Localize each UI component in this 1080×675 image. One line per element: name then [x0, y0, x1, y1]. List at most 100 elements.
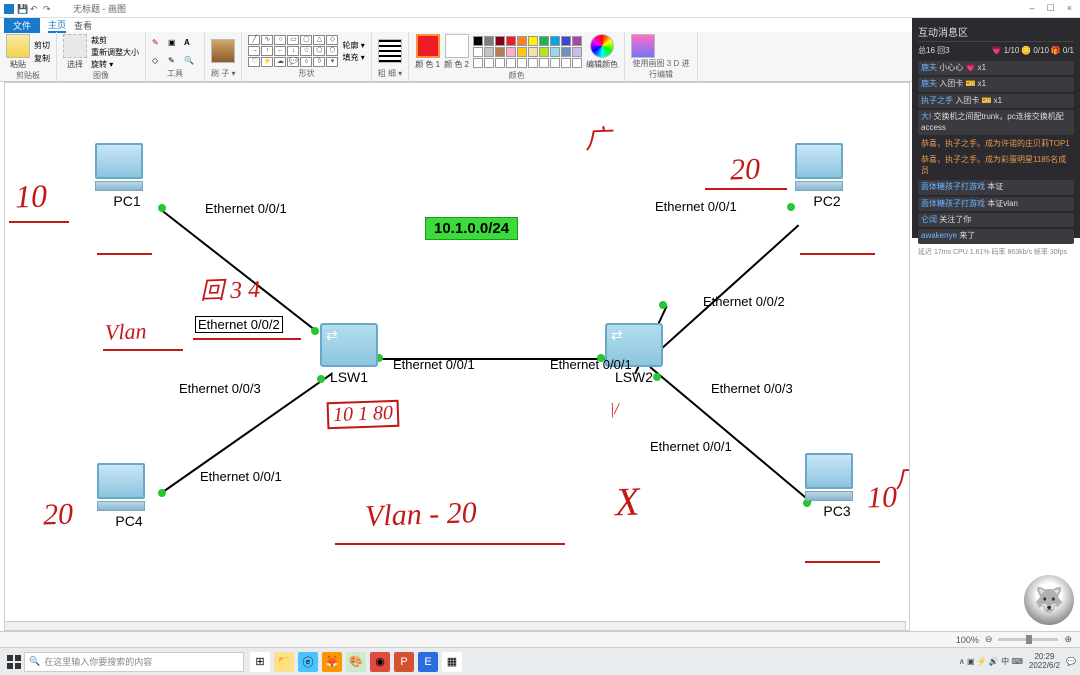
- cut-button[interactable]: 剪切: [34, 40, 50, 51]
- color-swatch[interactable]: [550, 47, 560, 57]
- color-swatch[interactable]: [572, 47, 582, 57]
- taskbar-app-red[interactable]: ◉: [370, 652, 390, 672]
- taskbar-app[interactable]: ⊞: [250, 652, 270, 672]
- tray-icons[interactable]: ∧ ▣ ⚡ 🔊 中 ⌨: [959, 656, 1023, 667]
- color-swatch[interactable]: [506, 58, 516, 68]
- brush-button[interactable]: [211, 39, 235, 63]
- notification-button[interactable]: 💬: [1066, 657, 1076, 666]
- color2-button[interactable]: 颜 色 2: [444, 34, 469, 70]
- size-button[interactable]: [378, 39, 402, 63]
- crop-button[interactable]: 裁剪: [91, 35, 139, 46]
- ribbon-image-group: 选择 裁剪 重新调整大小 旋转 ▾ 图像: [57, 32, 146, 81]
- zoom-slider[interactable]: [998, 638, 1058, 641]
- rotate-button[interactable]: 旋转 ▾: [91, 59, 139, 70]
- color-swatch[interactable]: [473, 36, 483, 46]
- taskbar-app-edge[interactable]: ⓔ: [298, 652, 318, 672]
- text-tool[interactable]: A: [184, 38, 198, 47]
- port-label: Ethernet 0/0/2: [195, 316, 283, 333]
- port-label: Ethernet 0/0/1: [650, 439, 732, 454]
- paint3d-button[interactable]: [631, 34, 655, 58]
- windows-taskbar: 🔍在这里输入你要搜索的内容 ⊞ 📁 ⓔ 🦊 🎨 ◉ P E ▦ ∧ ▣ ⚡ 🔊 …: [0, 647, 1080, 675]
- hw-vlan20: 20: [729, 152, 760, 187]
- color-palette[interactable]: [473, 36, 582, 68]
- shape-outline-button[interactable]: 轮廓 ▾: [342, 40, 364, 51]
- zoom-in-button[interactable]: ⊕: [1064, 634, 1072, 645]
- canvas-area[interactable]: PC1 PC2 PC3 PC4 LSW1 LSW2 10.1.0.0/24 Et…: [4, 82, 910, 631]
- undo-icon[interactable]: ↶: [30, 4, 40, 14]
- chat-message: 大I 交换机之间配trunk，pc连接交换机配access: [918, 110, 1074, 135]
- color-swatch[interactable]: [561, 36, 571, 46]
- taskbar-app-other[interactable]: ▦: [442, 652, 462, 672]
- select-button[interactable]: 选择: [63, 34, 87, 70]
- zoom-tool[interactable]: 🔍: [184, 56, 198, 65]
- taskbar-app-paint[interactable]: 🎨: [346, 652, 366, 672]
- taskbar-clock[interactable]: 20:29 2022/6/2: [1029, 653, 1060, 671]
- color-swatch[interactable]: [550, 58, 560, 68]
- colors-label: 颜色: [415, 70, 618, 81]
- save-icon[interactable]: 💾: [17, 4, 27, 14]
- color-swatch[interactable]: [517, 58, 527, 68]
- color-swatch[interactable]: [561, 58, 571, 68]
- color-swatch[interactable]: [495, 47, 505, 57]
- zoom-level: 100%: [956, 635, 979, 645]
- taskbar-app-firefox[interactable]: 🦊: [322, 652, 342, 672]
- tab-view[interactable]: 查看: [74, 19, 92, 32]
- taskbar-app-explorer[interactable]: 📁: [274, 652, 294, 672]
- color-swatch[interactable]: [517, 36, 527, 46]
- color-swatch[interactable]: [484, 47, 494, 57]
- maximize-button[interactable]: ☐: [1047, 3, 1055, 14]
- shape-fill-button[interactable]: 填充 ▾: [342, 52, 364, 63]
- hw-note: 10 1 80: [327, 400, 400, 429]
- hw-234: 回 3 4: [199, 269, 260, 306]
- zoom-out-button[interactable]: ⊖: [985, 634, 993, 645]
- tab-file[interactable]: 文件: [4, 18, 40, 33]
- hw-x: X: [614, 478, 640, 526]
- pc4-device: PC4: [97, 463, 161, 529]
- picker-tool[interactable]: ✎: [168, 56, 182, 65]
- shapes-gallery[interactable]: ╱∿○▭▢△◇ →↑←↓☆⬠⬡ ♡⚡☁💬⬨◊▾: [248, 35, 338, 67]
- minimize-button[interactable]: –: [1030, 3, 1035, 14]
- color-swatch[interactable]: [561, 47, 571, 57]
- subnet-label: 10.1.0.0/24: [425, 217, 518, 240]
- color-swatch[interactable]: [539, 36, 549, 46]
- eraser-tool[interactable]: ◇: [152, 56, 166, 65]
- color-swatch[interactable]: [484, 58, 494, 68]
- taskbar-app-ppt[interactable]: P: [394, 652, 414, 672]
- ribbon-shapes-group: ╱∿○▭▢△◇ →↑←↓☆⬠⬡ ♡⚡☁💬⬨◊▾ 轮廓 ▾ 填充 ▾ 形状: [242, 32, 371, 81]
- ribbon-paint3d-group: 使用画图 3 D 进行编辑: [625, 32, 698, 81]
- color-swatch[interactable]: [528, 58, 538, 68]
- edit-colors-button[interactable]: 编辑颜色: [586, 34, 618, 70]
- fill-tool[interactable]: ▣: [168, 38, 182, 47]
- lsw2-device: LSW2: [605, 323, 663, 385]
- paste-button[interactable]: 粘贴: [6, 34, 30, 70]
- color-swatch[interactable]: [495, 58, 505, 68]
- color-swatch[interactable]: [528, 36, 538, 46]
- chat-message: 面体糖孩子打游戏 本证vlan: [918, 197, 1074, 211]
- color-swatch[interactable]: [539, 47, 549, 57]
- color-swatch[interactable]: [506, 47, 516, 57]
- color-swatch[interactable]: [539, 58, 549, 68]
- color-swatch[interactable]: [495, 36, 505, 46]
- color-swatch[interactable]: [572, 58, 582, 68]
- close-button[interactable]: ×: [1067, 3, 1072, 14]
- copy-button[interactable]: 复制: [34, 53, 50, 64]
- taskbar-search[interactable]: 🔍在这里输入你要搜索的内容: [24, 652, 244, 672]
- color-swatch[interactable]: [506, 36, 516, 46]
- color-swatch[interactable]: [550, 36, 560, 46]
- redo-icon[interactable]: ↷: [43, 4, 53, 14]
- color-swatch[interactable]: [528, 47, 538, 57]
- resize-button[interactable]: 重新调整大小: [91, 47, 139, 58]
- ribbon-colors-group: 颜 色 1 颜 色 2 编辑颜色 颜色: [409, 32, 625, 81]
- pencil-tool[interactable]: ✎: [152, 38, 166, 47]
- color-swatch[interactable]: [484, 36, 494, 46]
- color-swatch[interactable]: [473, 58, 483, 68]
- color-swatch[interactable]: [572, 36, 582, 46]
- port-label: Ethernet 0/0/2: [703, 294, 785, 309]
- hw-mark: 广: [584, 119, 611, 157]
- color-swatch[interactable]: [473, 47, 483, 57]
- tab-home[interactable]: 主页: [48, 18, 66, 33]
- taskbar-app-ensp[interactable]: E: [418, 652, 438, 672]
- color1-button[interactable]: 颜 色 1: [415, 34, 440, 70]
- color-swatch[interactable]: [517, 47, 527, 57]
- start-button[interactable]: [4, 652, 24, 672]
